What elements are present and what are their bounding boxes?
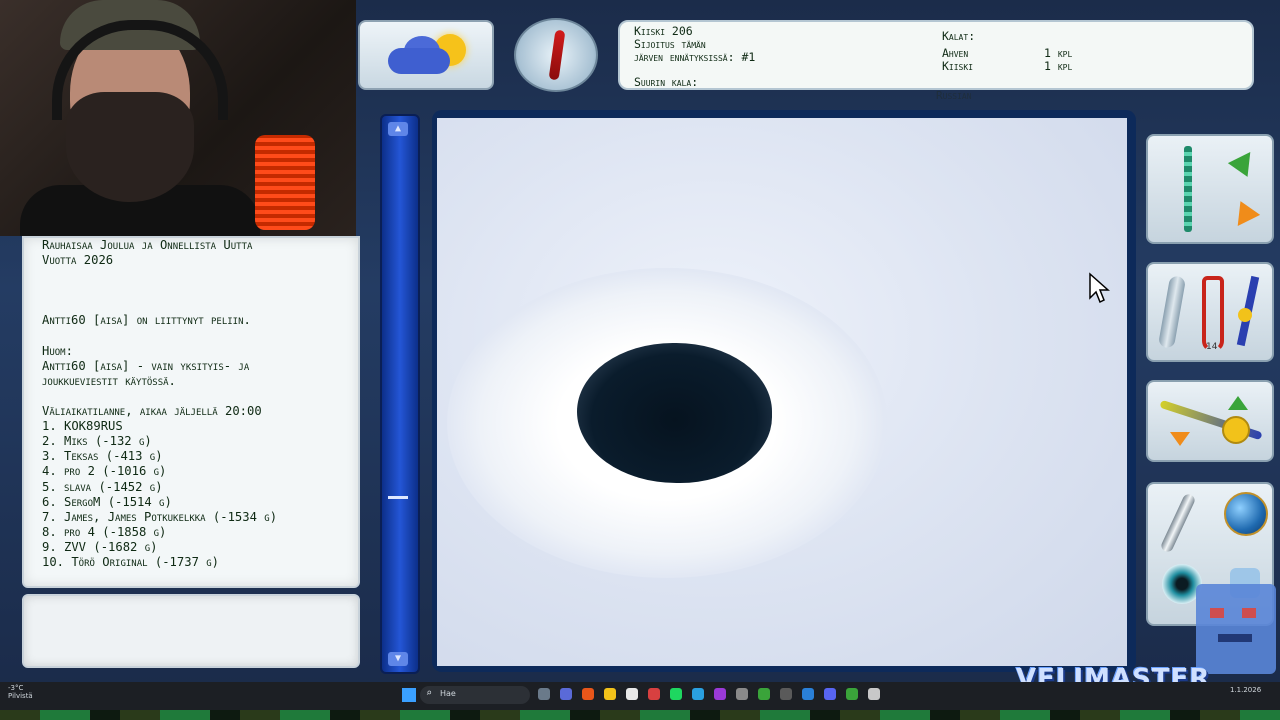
windows-start-icon[interactable] — [402, 688, 416, 702]
scroll-up-icon[interactable]: ▲ — [388, 122, 408, 136]
taskbar-date: 1.1.2026 — [1230, 686, 1262, 694]
mascot-mouth — [1218, 634, 1252, 642]
app-icon[interactable] — [802, 688, 814, 700]
teams-icon[interactable] — [560, 688, 572, 700]
float-icon — [1238, 308, 1252, 322]
chat-log-panel: Rauhaisaa Joulua ja Onnellista Uutta Vuo… — [22, 236, 360, 588]
mascot-eye — [1210, 608, 1224, 618]
location-label: Russian — [936, 89, 972, 102]
app-icon[interactable] — [780, 688, 792, 700]
taskbar-temp: -3°C — [8, 684, 24, 692]
fish-count: 1 kpl — [1044, 59, 1073, 73]
app-icon[interactable] — [758, 688, 770, 700]
obs-icon[interactable] — [714, 688, 726, 700]
ice-view[interactable] — [437, 118, 1127, 666]
app-icon[interactable] — [736, 688, 748, 700]
last-catch: Kiiski 206 — [634, 24, 693, 38]
triangle-up-icon[interactable] — [1228, 396, 1248, 410]
scroll-thumb[interactable] — [388, 496, 408, 499]
telegram-icon[interactable] — [692, 688, 704, 700]
fish-name: Ahven — [942, 46, 969, 60]
folder-icon[interactable] — [604, 688, 616, 700]
taskbar-weather-desc: Pilvistä — [8, 692, 33, 700]
record-rank-value: järven ennätyksissä: #1 — [634, 50, 756, 64]
chrome-icon[interactable] — [648, 688, 660, 700]
task-view-icon[interactable] — [538, 688, 550, 700]
taskbar-weather[interactable]: -3°C Pilvistä — [8, 684, 33, 700]
jig-lure-icon[interactable] — [1157, 275, 1187, 349]
worm-lure-icon[interactable] — [1202, 276, 1224, 352]
reel-icon — [1222, 416, 1250, 444]
scroll-down-icon[interactable]: ▼ — [388, 652, 408, 666]
depth-scrollbar[interactable]: ▲ ▼ — [380, 114, 420, 674]
ice-hole[interactable] — [577, 343, 772, 483]
webcam-overlay — [0, 0, 356, 236]
firefox-icon[interactable] — [582, 688, 594, 700]
fish-count: 1 kpl — [1044, 46, 1073, 60]
cloud-base-icon — [388, 48, 450, 74]
fish-name: Kiiski — [942, 59, 974, 73]
record-rank-label: Sijoitus tämän — [634, 37, 706, 51]
store-icon[interactable] — [626, 688, 638, 700]
rod-tool-panel[interactable] — [1146, 380, 1274, 462]
taskbar-search-placeholder: Hae — [440, 689, 456, 698]
arrow-up-icon[interactable] — [1227, 145, 1261, 177]
biggest-fish-label: Suurin kala: — [634, 75, 699, 89]
lure-count: 14 — [1206, 342, 1218, 352]
weather-panel — [358, 20, 494, 90]
catch-info-panel: Kiiski 206 Sijoitus tämän järven ennätyk… — [618, 20, 1254, 90]
mascot-eye — [1242, 608, 1256, 618]
decorative-strip — [0, 710, 1280, 720]
globe-icon[interactable] — [1224, 492, 1268, 536]
spotify-icon[interactable] — [670, 688, 682, 700]
game-app-icon[interactable] — [868, 688, 880, 700]
triangle-down-icon[interactable] — [1170, 432, 1190, 446]
app-icon[interactable] — [846, 688, 858, 700]
taskbar-clock[interactable]: 1.1.2026 — [1230, 686, 1261, 694]
fish-list-header: Kalat: — [942, 29, 976, 43]
drill-tool-panel[interactable] — [1146, 134, 1274, 244]
chat-input[interactable] — [22, 594, 360, 668]
compass-needle-icon — [548, 29, 566, 81]
discord-icon[interactable] — [824, 688, 836, 700]
chat-log-text: Rauhaisaa Joulua ja Onnellista Uutta Vuo… — [42, 238, 278, 569]
lure-tool-panel[interactable]: 14 — [1146, 262, 1274, 362]
taskbar-search[interactable]: ⌕ Hae — [420, 686, 530, 704]
search-icon: ⌕ — [426, 688, 433, 699]
arrow-down-icon[interactable] — [1227, 201, 1261, 233]
mug-icon — [255, 135, 315, 230]
taskbar: -3°C Pilvistä ⌕ Hae 1.1.2026 — [0, 682, 1280, 710]
mascot-overlay — [1196, 584, 1276, 674]
compass — [514, 18, 598, 92]
knife-icon[interactable] — [1159, 492, 1197, 554]
ice-drill-icon[interactable] — [1184, 146, 1192, 232]
